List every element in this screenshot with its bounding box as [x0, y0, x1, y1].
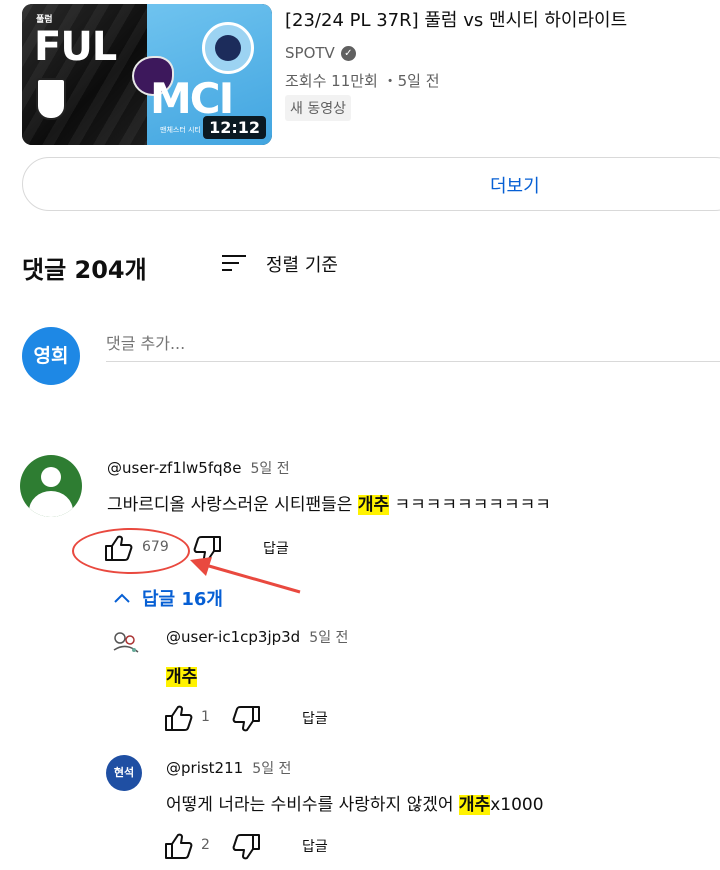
video-thumbnail[interactable]: 풀럼 FUL MCI 맨체스터 시티 12:12 [22, 4, 272, 145]
reply-author[interactable]: @prist211 [166, 759, 243, 777]
avatar-head [41, 467, 61, 487]
channel-name: SPOTV [285, 44, 335, 62]
reply-button[interactable]: 답글 [302, 708, 328, 728]
video-channel[interactable]: SPOTV ✓ [285, 44, 356, 62]
comment-count: 댓글 204개 [22, 256, 147, 284]
reply-text-before: 어떻게 너라는 수비수를 사랑하지 않겠어 [166, 795, 459, 815]
reply-button[interactable]: 답글 [302, 836, 328, 856]
comment-text: 그바르디올 사랑스러운 시티팬들은 개추 ㅋㅋㅋㅋㅋㅋㅋㅋㅋㅋ [107, 490, 551, 515]
like-count: 1 [201, 709, 210, 725]
reply-text: 개추 [166, 662, 198, 687]
comment-author[interactable]: @user-zf1lw5fq8e [107, 459, 241, 477]
video-duration: 12:12 [203, 116, 266, 139]
reply-avatar[interactable]: 현석 [106, 755, 142, 791]
thumbnail-sub-text: 맨체스터 시티 [160, 126, 201, 134]
verified-check-icon: ✓ [340, 45, 356, 61]
more-button[interactable] [22, 157, 720, 211]
reply-text: 어떻게 너라는 수비수를 사랑하지 않겠어 개추x1000 [166, 790, 544, 815]
replies-toggle[interactable]: 답글 16개 [114, 585, 223, 611]
reply-header: @prist211 5일 전 [166, 758, 291, 778]
crest-center [215, 35, 241, 61]
avatar-body [29, 491, 73, 517]
dislike-icon[interactable] [232, 705, 262, 733]
reply-highlight: 개추 [458, 795, 491, 815]
reply-avatar[interactable] [108, 626, 144, 662]
like-count: 2 [201, 837, 210, 853]
comment-text-after: ㅋㅋㅋㅋㅋㅋㅋㅋㅋㅋ [389, 495, 551, 515]
more-button-label[interactable]: 더보기 [490, 172, 540, 198]
fulham-crest-icon [36, 78, 66, 120]
reply-time[interactable]: 5일 전 [252, 761, 291, 777]
comment-header: @user-zf1lw5fq8e 5일 전 [107, 458, 290, 478]
comment-text-before: 그바르디올 사랑스러운 시티팬들은 [107, 495, 358, 515]
reply-time[interactable]: 5일 전 [309, 630, 348, 646]
thumbnail-ful-text: FUL [34, 24, 117, 70]
reply-header: @user-ic1cp3jp3d 5일 전 [166, 627, 348, 647]
like-icon[interactable] [163, 704, 193, 732]
chevron-up-icon [114, 593, 130, 603]
add-comment-input[interactable] [106, 326, 720, 362]
man-city-crest-icon [202, 22, 254, 74]
video-meta: 조회수 11만회 ・5일 전 [285, 72, 440, 90]
annotation-circle [72, 528, 190, 574]
user-avatar[interactable]: 영희 [22, 327, 80, 385]
commenter-avatar[interactable] [20, 455, 82, 517]
reply-author[interactable]: @user-ic1cp3jp3d [166, 628, 300, 646]
sort-icon[interactable] [221, 252, 247, 274]
comment-highlight: 개추 [357, 495, 390, 515]
comment-time[interactable]: 5일 전 [251, 461, 290, 477]
dislike-icon[interactable] [232, 833, 262, 861]
reply-text-after: x1000 [490, 795, 544, 815]
video-title[interactable]: [23/24 PL 37R] 풀럼 vs 맨시티 하이라이트 [285, 6, 627, 32]
replies-toggle-label: 답글 16개 [142, 589, 223, 610]
doodle-avatar-icon [113, 632, 139, 653]
new-video-badge: 새 동영상 [285, 95, 351, 121]
like-icon[interactable] [163, 832, 193, 860]
sort-button[interactable]: 정렬 기준 [266, 251, 338, 277]
reply-highlight: 개추 [166, 667, 198, 687]
